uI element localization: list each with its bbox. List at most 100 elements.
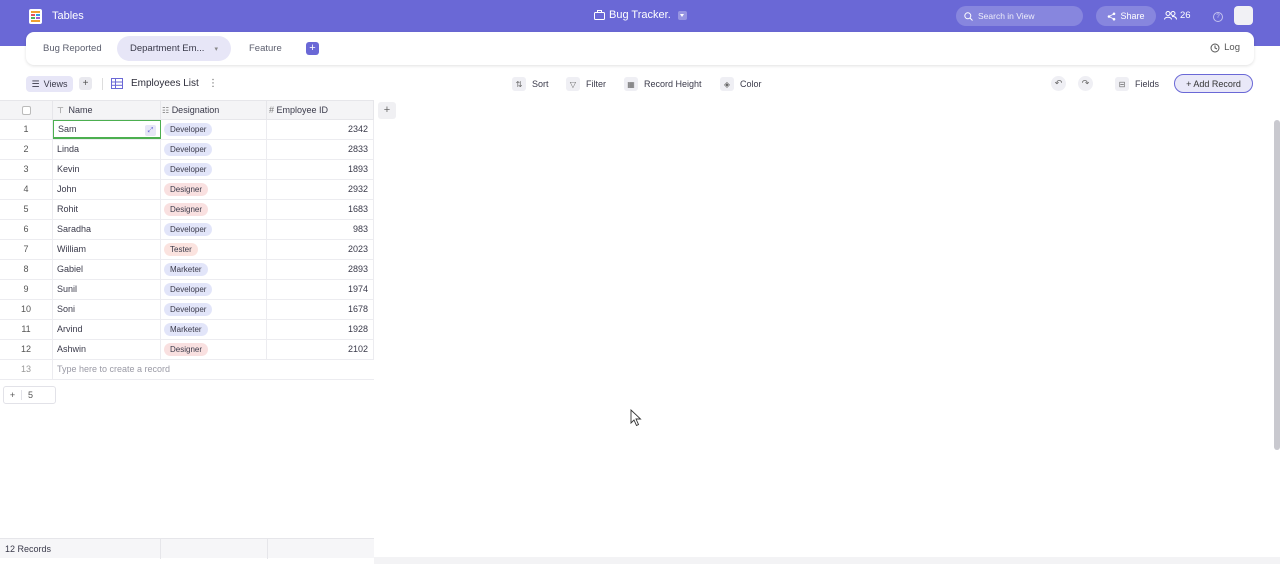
rows-to-add-count[interactable]: 5 — [22, 390, 33, 400]
table-row[interactable]: 12 Ashwin Designer 2102 — [0, 340, 374, 360]
views-button[interactable]: ☰ Views — [26, 76, 73, 92]
designation-cell[interactable]: Developer — [161, 280, 267, 299]
vertical-scrollbar[interactable] — [1274, 120, 1280, 450]
designation-tag: Tester — [164, 243, 198, 257]
designation-cell[interactable]: Marketer — [161, 320, 267, 339]
employee-id-cell[interactable]: 1928 — [267, 320, 374, 339]
table-row[interactable]: 2 Linda Developer 2833 — [0, 140, 374, 160]
table-row[interactable]: 7 William Tester 2023 — [0, 240, 374, 260]
table-row[interactable]: 11 Arvind Marketer 1928 — [0, 320, 374, 340]
row-number: 1 — [0, 120, 53, 139]
filter-button[interactable]: ▽ Filter — [566, 77, 606, 91]
base-title[interactable]: Bug Tracker. — [594, 9, 687, 21]
designation-cell[interactable]: Developer — [161, 220, 267, 239]
column-header-designation[interactable]: ☷ Designation — [161, 101, 267, 120]
column-header-name[interactable]: ⊤ Name — [53, 101, 161, 120]
tab-label: Department Em... — [130, 43, 205, 54]
designation-cell[interactable]: Developer — [161, 300, 267, 319]
name-cell[interactable]: Linda — [53, 140, 161, 159]
name-cell[interactable]: William — [53, 240, 161, 259]
designation-cell[interactable]: Designer — [161, 200, 267, 219]
employee-id-cell[interactable]: 2102 — [267, 340, 374, 359]
record-height-button[interactable]: ▦ Record Height — [624, 77, 702, 91]
designation-cell[interactable]: Developer — [161, 160, 267, 179]
add-table-button[interactable]: + — [306, 42, 319, 55]
grid-body: 1 Sam ⤢ Developer 2342 2 Linda Developer 2833 3 Ke… — [0, 120, 374, 360]
row-number: 2 — [0, 140, 53, 159]
designation-tag: Designer — [164, 343, 209, 357]
table-row[interactable]: 1 Sam ⤢ Developer 2342 — [0, 120, 374, 140]
employee-id-cell[interactable]: 1893 — [267, 160, 374, 179]
name-cell[interactable]: Kevin — [53, 160, 161, 179]
app-title[interactable]: Tables — [52, 10, 84, 22]
column-header-employee-id[interactable]: # Employee ID — [267, 101, 374, 120]
designation-cell[interactable]: Designer — [161, 180, 267, 199]
designation-cell[interactable]: Developer — [161, 120, 267, 139]
name-value: Gabiel — [57, 264, 84, 274]
expand-record-icon[interactable]: ⤢ — [145, 125, 156, 136]
name-cell[interactable]: Saradha — [53, 220, 161, 239]
employee-id-cell[interactable]: 2833 — [267, 140, 374, 159]
employee-id-cell[interactable]: 1974 — [267, 280, 374, 299]
mouse-cursor-icon — [630, 409, 642, 427]
table-row[interactable]: 10 Soni Developer 1678 — [0, 300, 374, 320]
employee-id-cell[interactable]: 983 — [267, 220, 374, 239]
employee-id-cell[interactable]: 1683 — [267, 200, 374, 219]
designation-cell[interactable]: Marketer — [161, 260, 267, 279]
designation-cell[interactable]: Developer — [161, 140, 267, 159]
add-column-button[interactable]: + — [378, 102, 396, 119]
tables-logo-icon[interactable] — [27, 8, 44, 25]
name-cell[interactable]: Arvind — [53, 320, 161, 339]
grid-header-row: ⊤ Name ☷ Designation # Employee ID — [0, 100, 374, 120]
add-rows-control[interactable]: + 5 — [3, 386, 56, 404]
table-row[interactable]: 6 Saradha Developer 983 — [0, 220, 374, 240]
name-value: William — [57, 244, 86, 254]
log-button[interactable]: Log — [1210, 42, 1240, 53]
view-options-icon[interactable]: ⋮ — [208, 78, 218, 89]
employee-id-cell[interactable]: 2932 — [267, 180, 374, 199]
current-view[interactable]: Employees List — [111, 78, 199, 89]
table-row[interactable]: 9 Sunil Developer 1974 — [0, 280, 374, 300]
name-cell[interactable]: Gabiel — [53, 260, 161, 279]
new-record-row[interactable]: 13 Type here to create a record — [0, 360, 374, 380]
search-input[interactable]: Search in View — [956, 6, 1083, 26]
tab-feature[interactable]: Feature — [249, 36, 282, 61]
employee-id-cell[interactable]: 2893 — [267, 260, 374, 279]
table-row[interactable]: 8 Gabiel Marketer 2893 — [0, 260, 374, 280]
horizontal-scroll-track[interactable] — [374, 557, 1280, 564]
designation-cell[interactable]: Tester — [161, 240, 267, 259]
employee-id-cell[interactable]: 2342 — [267, 120, 374, 139]
name-cell[interactable]: Sunil — [53, 280, 161, 299]
employee-id-cell[interactable]: 1678 — [267, 300, 374, 319]
tab-department-employees[interactable]: Department Em... ▾ — [117, 36, 231, 61]
add-view-button[interactable]: + — [79, 77, 92, 90]
base-menu-icon[interactable] — [677, 10, 687, 20]
undo-icon[interactable]: ↶ — [1051, 76, 1066, 91]
name-cell[interactable]: Ashwin — [53, 340, 161, 359]
plus-icon[interactable]: + — [4, 390, 22, 400]
table-row[interactable]: 4 John Designer 2932 — [0, 180, 374, 200]
table-row[interactable]: 3 Kevin Developer 1893 — [0, 160, 374, 180]
chevron-down-icon[interactable]: ▾ — [214, 45, 218, 53]
sort-button[interactable]: ⇅ Sort — [512, 77, 549, 91]
name-cell[interactable]: Sam ⤢ — [53, 120, 161, 139]
table-row[interactable]: 5 Rohit Designer 1683 — [0, 200, 374, 220]
add-record-button[interactable]: + Add Record — [1174, 74, 1253, 93]
name-cell[interactable]: John — [53, 180, 161, 199]
avatar[interactable] — [1234, 6, 1253, 25]
name-cell[interactable]: Rohit — [53, 200, 161, 219]
employee-id-cell[interactable]: 2023 — [267, 240, 374, 259]
search-placeholder: Search in View — [978, 11, 1035, 21]
collaborators-button[interactable]: 26 — [1164, 10, 1191, 21]
select-all-checkbox[interactable] — [0, 101, 53, 120]
color-label: Color — [740, 79, 762, 89]
redo-icon[interactable]: ↷ — [1078, 76, 1093, 91]
help-icon[interactable]: ? — [1213, 12, 1223, 22]
color-button[interactable]: ◈ Color — [720, 77, 762, 91]
fields-button[interactable]: ⊟ Fields — [1115, 77, 1159, 91]
designation-cell[interactable]: Designer — [161, 340, 267, 359]
new-record-placeholder[interactable]: Type here to create a record — [53, 360, 374, 379]
tab-bug-reported[interactable]: Bug Reported — [43, 36, 102, 61]
share-button[interactable]: Share — [1096, 6, 1156, 26]
name-cell[interactable]: Soni — [53, 300, 161, 319]
